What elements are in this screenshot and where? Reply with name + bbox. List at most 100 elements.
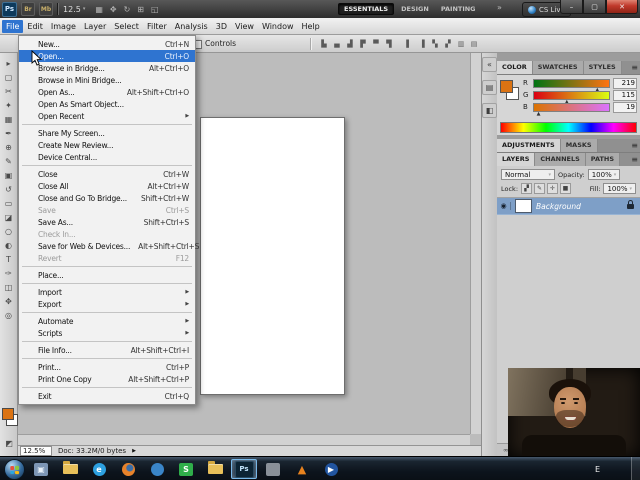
- file-menu-item-file-info[interactable]: File Info... Alt+Shift+Ctrl+I: [19, 344, 195, 356]
- media-app-icon[interactable]: [144, 459, 170, 479]
- file-menu-item-exit[interactable]: Exit Ctrl+Q: [19, 390, 195, 402]
- distribute-top-edges-icon[interactable]: ▌: [403, 38, 415, 50]
- file-menu-item-share-my-screen[interactable]: Share My Screen...: [19, 127, 195, 139]
- minimize-button[interactable]: –: [560, 0, 583, 14]
- internet-explorer-icon[interactable]: e: [86, 459, 112, 479]
- menubar-item-select[interactable]: Select: [110, 20, 143, 33]
- layer-thumbnail[interactable]: [515, 199, 532, 213]
- align-bottom-edges-icon[interactable]: ▜: [383, 38, 395, 50]
- folder-icon[interactable]: [202, 459, 228, 479]
- tab-channels[interactable]: CHANNELS: [535, 153, 586, 166]
- file-menu-item-close[interactable]: Close Ctrl+W: [19, 168, 195, 180]
- clone-stamp-tool-icon[interactable]: ▣: [1, 168, 17, 182]
- rotate-view-icon[interactable]: ↻: [124, 5, 131, 14]
- panel-menu-icon[interactable]: ≡: [631, 155, 638, 165]
- collapse-dock-icon[interactable]: «: [482, 57, 497, 72]
- launch-mini-bridge-icon[interactable]: Mb: [39, 2, 53, 16]
- photoshop-icon[interactable]: Ps: [231, 459, 257, 479]
- slider-thumb-icon[interactable]: ▲: [537, 111, 541, 117]
- firefox-icon[interactable]: [115, 459, 141, 479]
- color-value-b[interactable]: 19: [613, 101, 637, 113]
- panel-menu-icon[interactable]: ≡: [631, 141, 638, 151]
- lock-all-icon[interactable]: ■: [560, 183, 572, 194]
- layer-row-background[interactable]: ◉ Background: [497, 198, 640, 215]
- hand-tool-icon[interactable]: ✥: [1, 294, 17, 308]
- docked-panel-icon[interactable]: ◧: [482, 103, 497, 118]
- pen-tool-icon[interactable]: ✑: [1, 266, 17, 280]
- tab-paths[interactable]: PATHS: [585, 153, 621, 166]
- magic-wand-tool-icon[interactable]: ✦: [1, 98, 17, 112]
- opacity-field[interactable]: 100% ▾: [587, 169, 621, 180]
- file-menu-item-close-all[interactable]: Close All Alt+Ctrl+W: [19, 180, 195, 192]
- tab-color[interactable]: COLOR: [497, 61, 533, 74]
- file-menu-item-import[interactable]: Import ▶: [19, 286, 195, 298]
- color-slider-g[interactable]: ▲: [533, 90, 610, 105]
- lock-transparent-pixels-icon[interactable]: ▞: [521, 183, 533, 194]
- lock-position-icon[interactable]: ✛: [547, 183, 559, 194]
- workspace-design[interactable]: DESIGN: [396, 4, 434, 14]
- file-menu-item-check-in[interactable]: Check In...: [19, 228, 195, 240]
- align-left-edges-icon[interactable]: ▙: [318, 38, 330, 50]
- color-slider-r[interactable]: ▲: [533, 78, 610, 93]
- tab-adjustments[interactable]: ADJUSTMENTS: [497, 139, 561, 152]
- distribute-left-edges-icon[interactable]: ▞: [442, 38, 454, 50]
- zoom-tool-icon[interactable]: ◎: [1, 308, 17, 322]
- file-menu-item-browse-in-mini-bridge[interactable]: Browse in Mini Bridge...: [19, 74, 195, 86]
- align-vertical-centers-icon[interactable]: ▀: [370, 38, 382, 50]
- file-menu-item-close-and-go-to-bridge[interactable]: Close and Go To Bridge... Shift+Ctrl+W: [19, 192, 195, 204]
- menubar-item-image[interactable]: Image: [47, 20, 80, 33]
- file-menu-item-export[interactable]: Export ▶: [19, 298, 195, 310]
- green-s-app-icon[interactable]: S: [173, 459, 199, 479]
- menubar-item-edit[interactable]: Edit: [23, 20, 47, 33]
- color-value-g[interactable]: 115: [613, 89, 637, 101]
- menubar-item-file[interactable]: File: [2, 19, 24, 33]
- status-zoom-field[interactable]: 12.5%: [20, 446, 52, 456]
- tab-layers[interactable]: LAYERS: [497, 153, 536, 166]
- lock-image-pixels-icon[interactable]: ✎: [534, 183, 546, 194]
- panel-menu-icon[interactable]: ≡: [631, 63, 638, 73]
- file-menu-item-device-central[interactable]: Device Central...: [19, 151, 195, 163]
- file-menu-item-save[interactable]: Save Ctrl+S: [19, 204, 195, 216]
- file-menu-item-automate[interactable]: Automate ▶: [19, 315, 195, 327]
- lasso-tool-icon[interactable]: ✂: [1, 84, 17, 98]
- document-canvas[interactable]: [200, 117, 345, 395]
- file-menu-item-scripts[interactable]: Scripts ▶: [19, 327, 195, 339]
- distribute-bottom-edges-icon[interactable]: ▚: [429, 38, 441, 50]
- view-extras-icon[interactable]: ▦: [95, 5, 103, 14]
- vlc-icon[interactable]: ▲: [289, 459, 315, 479]
- quick-mask-icon[interactable]: ◩: [0, 439, 18, 448]
- brush-tool-icon[interactable]: ✎: [1, 154, 17, 168]
- file-menu-item-create-new-review[interactable]: Create New Review...: [19, 139, 195, 151]
- media-player-icon[interactable]: ▶: [318, 459, 344, 479]
- blur-tool-icon[interactable]: ○: [1, 224, 17, 238]
- move-tool-icon[interactable]: ▸: [1, 56, 17, 70]
- distribute-horizontal-centers-icon[interactable]: ▥: [455, 38, 467, 50]
- start-button[interactable]: [4, 459, 25, 480]
- show-desktop-button[interactable]: [631, 457, 640, 480]
- screen-mode-icon[interactable]: ◱: [151, 5, 159, 14]
- menubar-item-view[interactable]: View: [231, 20, 258, 33]
- eyedropper-tool-icon[interactable]: ✒: [1, 126, 17, 140]
- file-menu-item-new[interactable]: New... Ctrl+N: [19, 38, 195, 50]
- menubar-item-filter[interactable]: Filter: [143, 20, 171, 33]
- eraser-tool-icon[interactable]: ▭: [1, 196, 17, 210]
- workspace-overflow-button[interactable]: »: [497, 3, 502, 12]
- healing-brush-tool-icon[interactable]: ⊕: [1, 140, 17, 154]
- foreground-color-swatch[interactable]: [2, 408, 14, 420]
- explorer-window-icon[interactable]: ▣: [28, 459, 54, 479]
- file-menu-item-open[interactable]: Open... Ctrl+O: [19, 50, 195, 62]
- utility-app-icon[interactable]: [260, 459, 286, 479]
- crop-tool-icon[interactable]: ▦: [1, 112, 17, 126]
- marquee-tool-icon[interactable]: ▢: [1, 70, 17, 84]
- distribute-right-edges-icon[interactable]: ▤: [468, 38, 480, 50]
- file-menu-item-save-as[interactable]: Save As... Shift+Ctrl+S: [19, 216, 195, 228]
- hand-tool-icon[interactable]: ✥: [110, 5, 117, 14]
- workspace-painting[interactable]: PAINTING: [436, 4, 481, 14]
- docked-panel-icon[interactable]: ▤: [482, 80, 497, 95]
- launch-bridge-icon[interactable]: Br: [21, 2, 35, 16]
- foreground-color-swatch[interactable]: [500, 80, 513, 93]
- zoom-level-control[interactable]: 12.5 ▾: [63, 5, 85, 14]
- close-button[interactable]: ✕: [606, 0, 638, 14]
- tray-language-indicator[interactable]: E: [595, 465, 600, 474]
- visibility-eye-icon[interactable]: ◉: [497, 202, 511, 210]
